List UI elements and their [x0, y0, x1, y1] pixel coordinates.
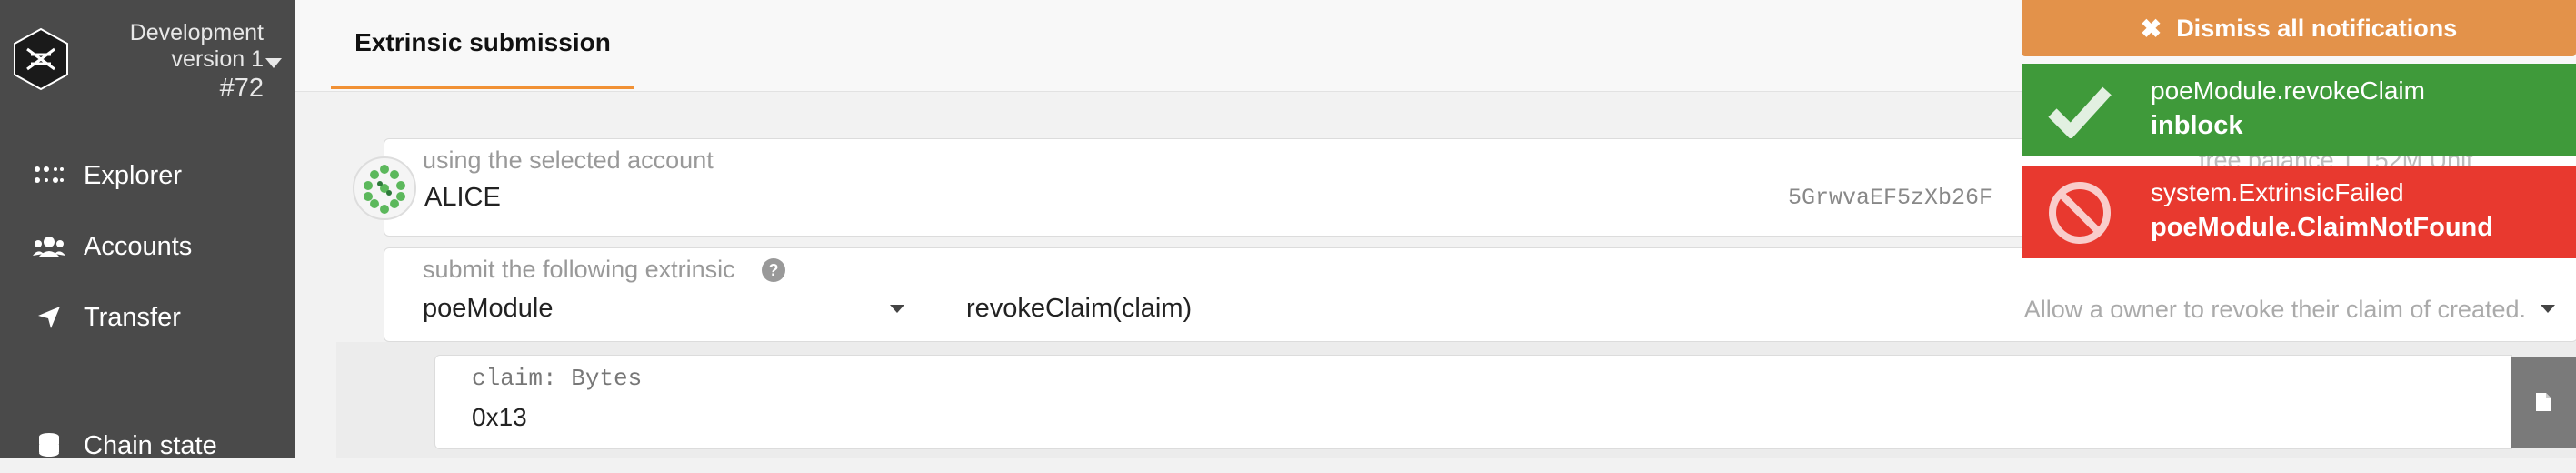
sidebar: Development version 1 #72 Explorer Accou… [0, 0, 295, 460]
chain-info[interactable]: Development version 1 #72 [130, 20, 264, 102]
check-icon [2047, 78, 2112, 144]
file-icon [2536, 393, 2551, 411]
module-value: poeModule [423, 294, 554, 323]
dismiss-all-notifications-button[interactable]: ✖ Dismiss all notifications [2022, 0, 2576, 56]
sidebar-item-explorer[interactable]: Explorer [0, 148, 295, 203]
extrinsic-selector: submit the following extrinsic ? poeModu… [384, 247, 2576, 342]
method-dropdown[interactable]: revokeClaim(claim) Allow a owner to revo… [930, 248, 2575, 339]
sidebar-item-label: Explorer [84, 160, 182, 190]
module-dropdown[interactable]: poeModule [384, 248, 912, 339]
users-icon [31, 236, 67, 257]
sidebar-item-label: Chain state [84, 430, 217, 460]
sidebar-item-label: Accounts [84, 231, 193, 261]
notification-error[interactable]: system.ExtrinsicFailed poeModule.ClaimNo… [2022, 166, 2576, 258]
ban-icon [2047, 180, 2112, 246]
notification-title: poeModule.revokeClaim [2151, 76, 2425, 105]
explorer-icon [31, 166, 67, 186]
sidebar-item-transfer[interactable]: Transfer [0, 290, 295, 345]
tab-extrinsic-submission[interactable]: Extrinsic submission [331, 0, 634, 89]
notification-title: system.ExtrinsicFailed [2151, 178, 2404, 206]
chain-version: version 1 [171, 46, 264, 72]
param-label: claim: Bytes [472, 365, 643, 392]
account-label: using the selected account [423, 146, 714, 174]
chain-name: Development [129, 20, 264, 45]
account-address: 5GrwvaEF5zXb26F [1788, 185, 1993, 211]
close-icon: ✖ [2140, 14, 2162, 43]
chevron-down-icon[interactable] [2541, 305, 2555, 313]
sidebar-item-chain-state[interactable]: Chain state [0, 418, 295, 473]
send-icon [31, 305, 67, 330]
sidebar-item-label: Transfer [84, 302, 181, 332]
chevron-down-icon[interactable] [265, 58, 282, 68]
notification-status: inblock [2151, 111, 2243, 140]
account-name: ALICE [424, 183, 501, 212]
notification-status: poeModule.ClaimNotFound [2151, 213, 2493, 242]
chain-block-number: #72 [219, 74, 264, 103]
database-icon [31, 432, 67, 459]
dismiss-label: Dismiss all notifications [2176, 14, 2458, 42]
param-value: 0x13 [472, 403, 527, 431]
method-description: Allow a owner to revoke their claim of c… [2023, 296, 2526, 323]
method-value: revokeClaim(claim) [966, 294, 1193, 323]
identicon-avatar [353, 156, 416, 220]
claim-input[interactable]: claim: Bytes 0x13 [434, 355, 2512, 449]
chevron-down-icon[interactable] [890, 305, 904, 313]
file-upload-button[interactable] [2511, 357, 2576, 448]
substrate-logo-icon[interactable] [9, 27, 73, 91]
notification-success[interactable]: poeModule.revokeClaim inblock [2022, 64, 2576, 156]
sidebar-item-accounts[interactable]: Accounts [0, 219, 295, 274]
